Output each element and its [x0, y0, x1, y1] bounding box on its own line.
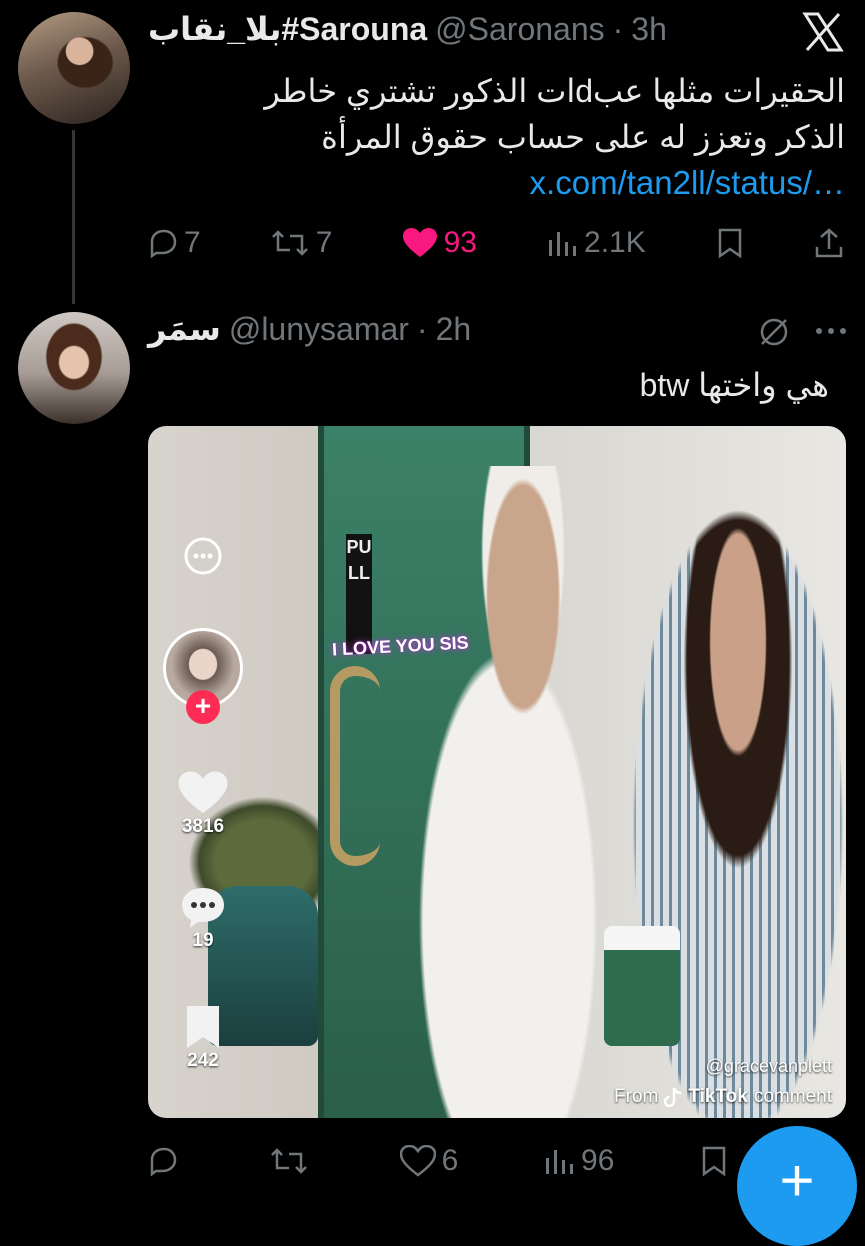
bookmark-filled-icon — [187, 1006, 219, 1048]
x-logo-icon — [802, 12, 848, 52]
like-count: 93 — [443, 226, 477, 259]
views-button[interactable]: 96 — [543, 1144, 614, 1178]
views-icon — [546, 1150, 574, 1174]
tweet-text-line: الذكر وتعزز له على حساب حقوق المرأة — [321, 119, 845, 155]
reply-count: 7 — [184, 226, 201, 259]
avatar[interactable] — [18, 312, 130, 424]
views-count: 96 — [581, 1144, 615, 1177]
display-name[interactable]: بلا_نقاب#Sarouna — [148, 10, 427, 48]
repost-icon — [271, 230, 308, 256]
bookmark-icon — [702, 1146, 726, 1177]
source-suffix: comment — [753, 1086, 832, 1107]
like-button[interactable]: 93 — [402, 226, 477, 260]
user-handle[interactable]: @Saronans — [435, 11, 604, 48]
repost-icon — [270, 1148, 307, 1174]
thread-line — [72, 130, 75, 304]
separator-dot: · — [612, 10, 624, 47]
bookmark-button[interactable] — [715, 227, 745, 259]
like-button[interactable]: 6 — [399, 1144, 459, 1178]
follow-plus-icon[interactable]: + — [186, 690, 220, 724]
bookmark-icon — [718, 228, 742, 259]
tweet-text: هي واختها btw — [639, 367, 829, 403]
tiktok-like-button[interactable]: 3816 — [170, 770, 236, 838]
source-prefix: From — [614, 1086, 659, 1107]
tiktok-comment-count: 19 — [192, 930, 214, 951]
repost-count: 7 — [315, 226, 333, 259]
tiktok-comment-button[interactable]: 19 — [170, 884, 236, 952]
heart-icon — [178, 771, 228, 814]
repost-button[interactable] — [269, 1146, 315, 1176]
tweet-link[interactable]: x.com/tan2ll/status/… — [530, 164, 845, 202]
compose-button[interactable]: + — [737, 1126, 857, 1246]
more-circle-icon — [184, 537, 222, 575]
tweet-text: الحقيرات مثلها عبdات الذكور تشتري خاطر ا… — [145, 68, 845, 160]
tweet-header: بلا_نقاب#Sarouna @Saronans · 3h — [148, 10, 667, 48]
user-handle[interactable]: @lunysamar — [229, 311, 409, 348]
timestamp[interactable]: 2h — [436, 311, 472, 348]
tweet-header: سمَر @lunysamar · 2h — [148, 310, 471, 348]
tiktok-more-button[interactable] — [170, 536, 236, 576]
more-options-icon[interactable] — [812, 316, 850, 346]
bookmark-button[interactable] — [699, 1145, 729, 1177]
views-icon — [549, 232, 577, 256]
heart-icon — [399, 1145, 436, 1177]
views-count: 2.1K — [584, 226, 646, 259]
source-brand: TikTok — [688, 1086, 748, 1107]
reply-button[interactable] — [148, 1146, 184, 1176]
tiktok-save-count: 242 — [187, 1050, 219, 1071]
reply-button[interactable]: 7 — [148, 226, 201, 260]
tweet-text-line: الحقيرات مثلها عبdات الذكور تشتري خاطر — [264, 73, 845, 109]
display-name[interactable]: سمَر — [148, 310, 221, 348]
reply-icon — [150, 229, 177, 258]
views-button[interactable]: 2.1K — [546, 226, 646, 260]
media-credit: @gracevanplett — [705, 1056, 832, 1076]
tiktok-like-count: 3816 — [181, 816, 225, 837]
separator-dot: · — [416, 310, 428, 347]
reply-icon — [150, 1147, 177, 1176]
coffee-cup — [604, 926, 680, 1046]
share-button[interactable] — [814, 227, 844, 259]
avatar[interactable] — [18, 12, 130, 124]
tiktok-logo-icon — [664, 1087, 682, 1107]
share-icon — [815, 228, 843, 258]
media-source: From TikTok comment — [614, 1086, 832, 1108]
timestamp[interactable]: 3h — [631, 11, 667, 48]
tweet-actions: 7 7 93 2.1K — [148, 222, 844, 264]
grok-icon[interactable] — [756, 314, 792, 350]
comment-icon — [182, 888, 224, 928]
media-image[interactable]: PULL I LOVE YOU SIS + 3816 19 — [148, 426, 846, 1118]
like-count: 6 — [441, 1144, 459, 1177]
heart-filled-icon — [402, 228, 437, 257]
tiktok-save-button[interactable]: 242 — [170, 1004, 236, 1072]
repost-button[interactable]: 7 — [270, 226, 333, 260]
tiktok-profile[interactable]: + — [162, 628, 244, 724]
